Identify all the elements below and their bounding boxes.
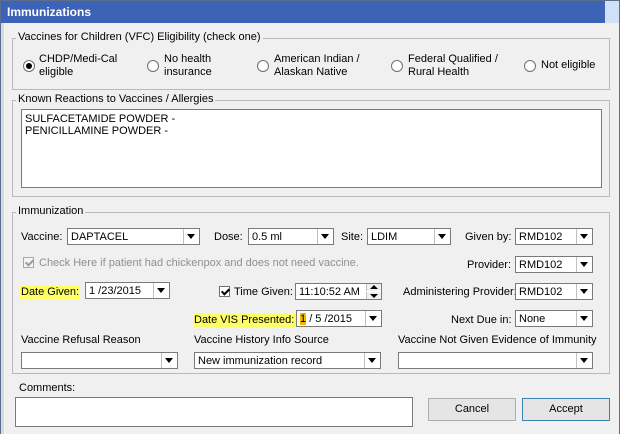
title-bar[interactable]: Immunizations [1, 1, 619, 23]
chevron-down-icon[interactable] [365, 311, 381, 326]
given-by-label: Given by: [465, 231, 512, 243]
spin-up-icon[interactable] [366, 284, 381, 291]
given-by-select[interactable]: RMD102 [515, 228, 593, 245]
refusal-reason-select[interactable] [21, 352, 178, 369]
chevron-down-icon[interactable] [576, 353, 592, 368]
next-due-select[interactable]: None [515, 310, 593, 327]
accept-button[interactable]: Accept [522, 398, 610, 421]
background-window-edge [605, 1, 619, 23]
dialog-left-edge [1, 23, 4, 442]
chevron-down-icon[interactable] [317, 229, 333, 244]
reaction-line: SULFACETAMIDE POWDER - [25, 113, 176, 125]
chickenpox-checkbox[interactable] [23, 257, 34, 268]
comments-textarea[interactable] [15, 397, 413, 427]
cancel-button[interactable]: Cancel [428, 398, 516, 421]
vfc-label-chdp[interactable]: CHDP/Medi-Cal eligible [39, 53, 117, 79]
chevron-down-icon[interactable] [183, 229, 199, 244]
vfc-radio-chdp[interactable] [23, 60, 35, 72]
site-label: Site: [341, 231, 364, 243]
dose-label: Dose: [214, 231, 243, 243]
reactions-group-title: Known Reactions to Vaccines / Allergies [16, 93, 216, 105]
next-due-label: Next Due in: [451, 314, 512, 326]
provider-select[interactable]: RMD102 [515, 256, 593, 273]
background-window-strip [0, 434, 620, 443]
dose-select[interactable]: 0.5 ml [248, 228, 334, 245]
chevron-down-icon[interactable] [434, 229, 450, 244]
vaccine-label: Vaccine: [21, 231, 63, 243]
vfc-radio-federal-qualified[interactable] [391, 60, 403, 72]
spin-down-icon[interactable] [366, 292, 381, 299]
refusal-reason-label: Vaccine Refusal Reason [21, 334, 141, 346]
immunizations-dialog: Immunizations Vaccines for Children (VFC… [0, 0, 620, 443]
vaccine-select[interactable]: DAPTACEL [67, 228, 200, 245]
vfc-group-title: Vaccines for Children (VFC) Eligibility … [16, 31, 263, 43]
history-source-label: Vaccine History Info Source [194, 334, 329, 346]
vis-month-segment[interactable]: 1 [300, 313, 307, 325]
chevron-down-icon[interactable] [576, 311, 592, 326]
vfc-radio-american-indian[interactable] [257, 60, 269, 72]
date-given-label: Date Given: [20, 285, 81, 299]
chevron-down-icon[interactable] [576, 229, 592, 244]
vfc-label-no-insurance[interactable]: No health insurance [164, 53, 212, 79]
time-given-checkbox[interactable] [219, 286, 230, 297]
date-vis-presented-label: Date VIS Presented: [193, 313, 296, 327]
vfc-label-not-eligible[interactable]: Not eligible [541, 59, 595, 72]
chevron-down-icon[interactable] [161, 353, 177, 368]
date-vis-picker[interactable]: 1 / 5 /2015 [296, 310, 382, 327]
not-given-evidence-label: Vaccine Not Given Evidence of Immunity [398, 334, 597, 346]
chevron-down-icon[interactable] [153, 283, 169, 298]
vfc-radio-not-eligible[interactable] [524, 60, 536, 72]
chickenpox-label: Check Here if patient had chickenpox and… [39, 257, 359, 269]
administering-provider-label: Administering Provider: [403, 286, 517, 298]
time-given-label: Time Given: [234, 286, 293, 298]
chevron-down-icon[interactable] [364, 353, 380, 368]
reactions-textarea[interactable]: SULFACETAMIDE POWDER - PENICILLAMINE POW… [21, 109, 602, 188]
time-given-input[interactable]: 11:10:52 AM [295, 283, 382, 300]
history-source-select[interactable]: New immunization record [194, 352, 381, 369]
window-title: Immunizations [7, 5, 92, 19]
reaction-line: PENICILLAMINE POWDER - [25, 125, 169, 137]
provider-label: Provider: [467, 259, 512, 271]
vfc-label-federal-qualified[interactable]: Federal Qualified / Rural Health [408, 53, 498, 79]
not-given-evidence-select[interactable] [398, 352, 593, 369]
date-given-picker[interactable]: 1 /23/2015 [85, 282, 170, 299]
vfc-label-american-indian[interactable]: American Indian / Alaskan Native [274, 53, 360, 79]
administering-provider-select[interactable]: RMD102 [515, 283, 593, 300]
chevron-down-icon[interactable] [576, 284, 592, 299]
comments-label: Comments: [19, 382, 76, 394]
time-spinner[interactable] [366, 284, 381, 301]
immunization-group-title: Immunization [16, 205, 86, 217]
chevron-down-icon[interactable] [576, 257, 592, 272]
vfc-radio-no-insurance[interactable] [147, 60, 159, 72]
site-select[interactable]: LDIM [367, 228, 451, 245]
